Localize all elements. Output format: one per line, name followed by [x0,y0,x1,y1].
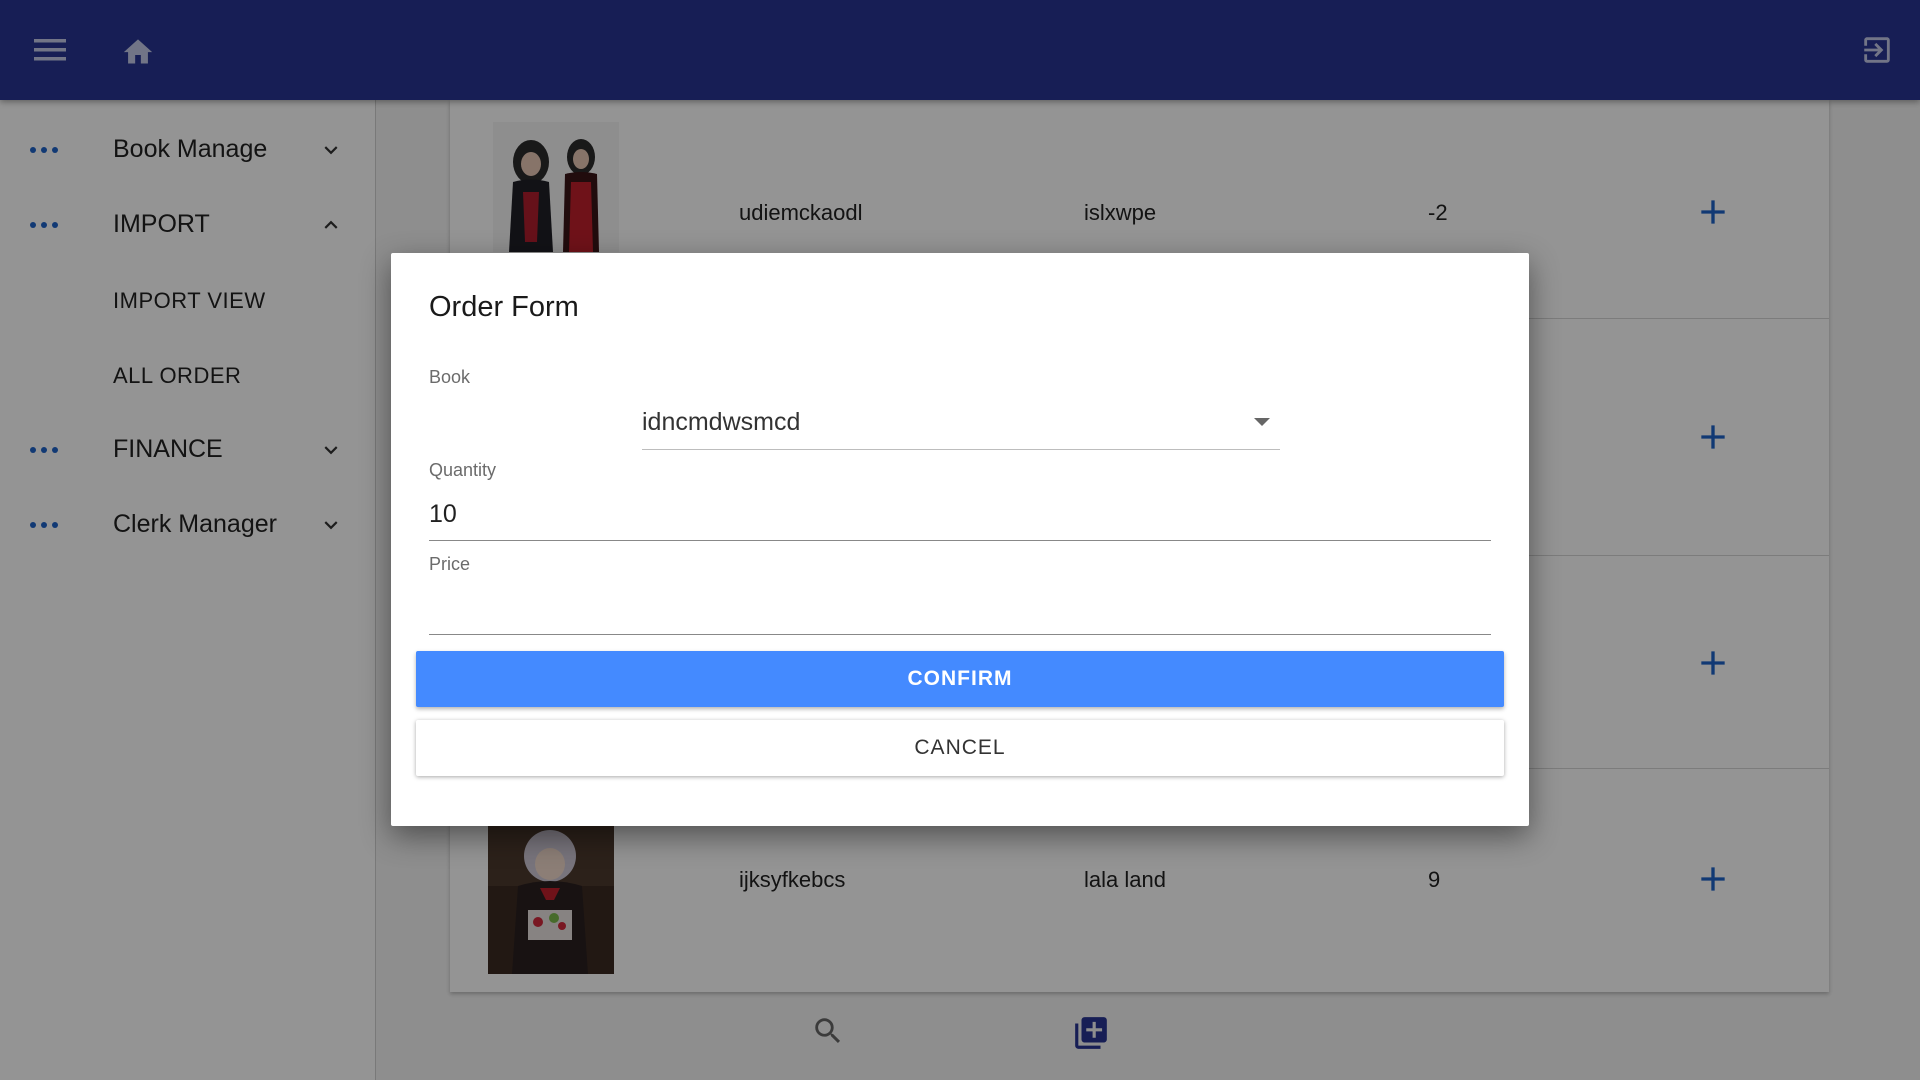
dropdown-arrow-icon [1254,418,1270,426]
confirm-button[interactable]: CONFIRM [416,651,1504,707]
price-field-label: Price [429,554,471,574]
quantity-input[interactable] [429,489,1491,541]
book-select[interactable]: idncmdwsmcd [642,398,1280,450]
quantity-field-label: Quantity [429,460,497,480]
book-field-label: Book [429,367,471,387]
book-select-value: idncmdwsmcd [642,408,801,436]
cancel-button[interactable]: CANCEL [416,720,1504,776]
price-input[interactable] [429,583,1491,635]
order-form-dialog: Order Form Book idncmdwsmcd Quantity Pri… [391,253,1529,826]
dialog-title: Order Form [429,291,579,323]
